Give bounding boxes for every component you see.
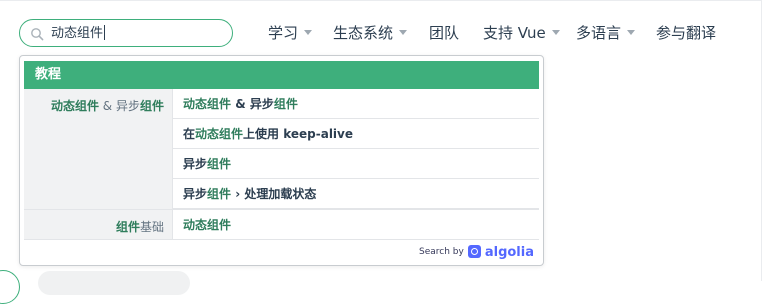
result-item[interactable]: 动态组件 & 异步组件 — [173, 89, 539, 119]
result-highlight: 组件 — [115, 220, 140, 234]
result-highlight: 组件 — [139, 99, 164, 113]
nav-item-label: 团队 — [429, 24, 460, 42]
chevron-down-icon — [551, 30, 560, 35]
result-group-title: 组件基础 — [24, 210, 172, 239]
nav-item-label: 多语言 — [576, 24, 622, 42]
nav-item-ecosystem[interactable]: 生态系统 — [333, 22, 408, 44]
result-highlight: 动态组件 — [183, 97, 232, 111]
result-highlight: 组件 — [207, 187, 232, 201]
page-circle-element — [0, 270, 20, 304]
nav-item-label: 参与翻译 — [656, 24, 717, 42]
result-text: 基础 — [139, 220, 164, 234]
search-input-value[interactable]: 动态组件 — [51, 25, 106, 42]
header-bottom-border — [0, 0, 762, 1]
result-text: & 异步 — [98, 99, 140, 113]
page-pill-element — [38, 271, 190, 295]
nav-item-label: 支持 Vue — [483, 24, 546, 42]
nav-item-label: 生态系统 — [333, 24, 394, 42]
result-item[interactable]: 在动态组件上使用 keep-alive — [173, 119, 539, 149]
result-item[interactable]: 动态组件 — [173, 210, 539, 240]
result-highlight: 动态组件 — [50, 99, 99, 113]
search-results-dropdown: 教程 动态组件 & 异步组件 动态组件 & 异步组件 在动态组件上使用 keep… — [19, 55, 544, 266]
nav-item-support-vue[interactable]: 支持 Vue — [483, 22, 560, 44]
chevron-down-icon — [399, 30, 408, 35]
result-item[interactable]: 异步组件 › 处理加载状态 — [173, 179, 539, 209]
algolia-logo-icon — [467, 245, 481, 258]
search-input[interactable]: 动态组件 — [19, 19, 233, 47]
nav-item-translate[interactable]: 参与翻译 — [656, 22, 716, 44]
result-highlight: 组件 — [273, 97, 298, 111]
chevron-down-icon — [627, 30, 636, 35]
search-icon — [31, 28, 44, 41]
footer-divider — [24, 239, 539, 240]
chevron-down-icon — [304, 30, 313, 35]
result-highlight: 组件 — [207, 157, 232, 171]
nav-item-learn[interactable]: 学习 — [268, 22, 313, 44]
search-by-label: Search by — [419, 247, 464, 257]
result-highlight: 动态组件 — [183, 218, 232, 232]
result-highlight: 动态组件 — [195, 127, 244, 141]
algolia-logo-text: algolia — [484, 245, 534, 260]
text-caret — [104, 25, 106, 40]
algolia-attribution[interactable]: Search by algolia — [419, 243, 534, 261]
nav-item-label: 学习 — [268, 24, 299, 42]
nav-item-team[interactable]: 团队 — [429, 22, 459, 44]
nav-item-languages[interactable]: 多语言 — [576, 22, 636, 44]
result-category-header: 教程 — [24, 61, 539, 89]
result-item[interactable]: 异步组件 — [173, 149, 539, 179]
